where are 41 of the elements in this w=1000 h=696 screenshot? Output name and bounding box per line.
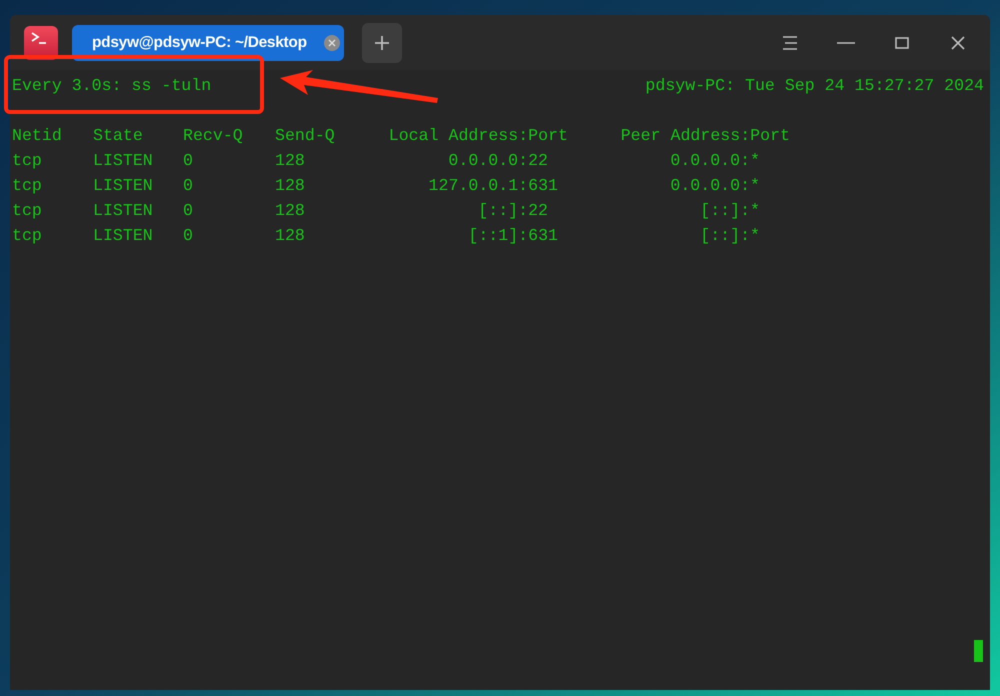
column-header: Recv-Q	[183, 125, 244, 147]
menu-icon	[782, 36, 798, 50]
table-cell-text: [::1]:631	[468, 225, 558, 247]
table-cell: LISTEN	[93, 176, 153, 195]
table-cell: 0	[183, 151, 193, 170]
column-header: State	[93, 125, 144, 147]
table-cell: LISTEN	[93, 151, 153, 170]
maximize-icon	[895, 36, 909, 48]
table-cell-text: 0.0.0.0:22	[448, 150, 548, 172]
column-header: Peer Address:Port	[620, 125, 790, 147]
minimize-icon	[837, 42, 855, 44]
tab-close-icon[interactable]	[324, 34, 340, 50]
table-cell: 0	[183, 201, 193, 220]
table-cell-text: [::]:22	[478, 200, 548, 222]
plus-icon	[374, 34, 390, 50]
table-cell-text: 0.0.0.0:*	[670, 150, 760, 172]
table-cell-text: [::]:*	[700, 200, 760, 222]
table-cell-text: 0.0.0.0:*	[670, 175, 760, 197]
table-cell-text: [::]:*	[700, 225, 760, 247]
table-cell: tcp	[12, 151, 42, 170]
terminal-tab[interactable]: pdsyw@pdsyw-PC: ~/Desktop	[72, 24, 344, 60]
table-cell-text: 127.0.0.1:631	[428, 175, 558, 197]
terminal-cursor	[974, 640, 983, 662]
table-cell: tcp	[12, 176, 42, 195]
table-cell: 128	[275, 151, 305, 170]
table-cell: 128	[275, 201, 305, 220]
column-header: Send-Q	[275, 125, 336, 147]
close-icon	[951, 36, 965, 50]
table-cell: 128	[275, 226, 305, 245]
table-cell: tcp	[12, 201, 42, 220]
column-header: Local Address:Port	[388, 125, 568, 147]
host-and-time: pdsyw-PC: Tue Sep 24 15:27:27 2024	[645, 75, 984, 97]
table-cell: LISTEN	[93, 226, 153, 245]
table-cell: LISTEN	[93, 201, 153, 220]
table-cell: 128	[275, 176, 305, 195]
table-cell: tcp	[12, 226, 42, 245]
watch-command: Every 3.0s: ss -tuln	[12, 75, 212, 97]
table-cell: 0	[183, 176, 193, 195]
new-tab-button[interactable]	[362, 22, 402, 62]
column-header: Netid	[12, 125, 63, 147]
table-cell: 0	[183, 226, 193, 245]
